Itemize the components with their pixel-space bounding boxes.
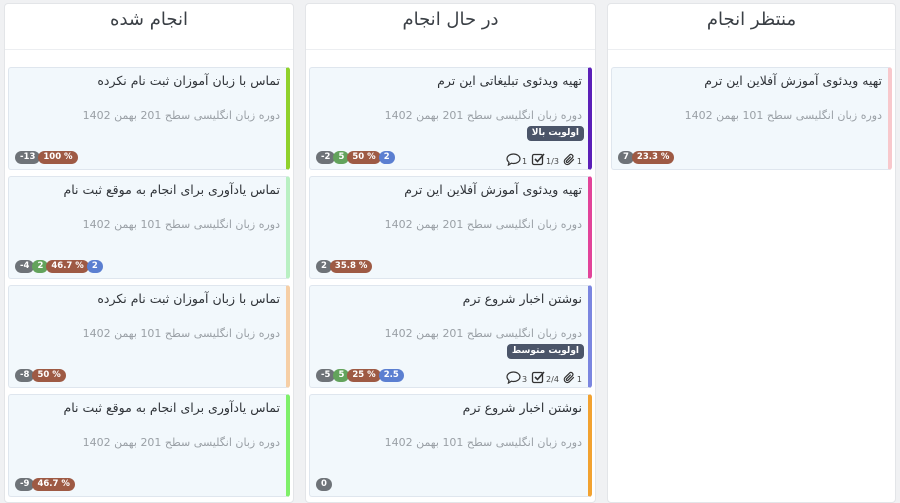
score-badge: 2 [378, 151, 395, 164]
days-badge: 0 [316, 478, 332, 491]
progress-badge: 25 % [347, 369, 381, 382]
progress-badge: 50 % [347, 151, 381, 164]
progress-badge: 50 % [32, 369, 66, 382]
card-title: تماس با زبان آموزان ثبت نام نکرده [97, 291, 280, 306]
task-card[interactable]: تهیه ویدئوی آموزش آفلاین این ترم دوره زب… [611, 67, 892, 170]
attachments-count[interactable]: 1 [563, 371, 582, 384]
card-badges: -13 100 % [15, 151, 78, 164]
comment-icon [506, 152, 521, 166]
comments-count[interactable]: 3 [506, 370, 527, 384]
column-divider [5, 49, 293, 50]
score-badge: 2 [86, 260, 103, 273]
progress-badge: 100 % [38, 151, 78, 164]
column-title: انجام شده [110, 9, 188, 30]
card-badges: -9 46.7 % [15, 478, 75, 491]
card-subtitle: دوره زبان انگلیسی سطح 101 بهمن 1402 [82, 327, 280, 340]
card-subtitle: دوره زبان انگلیسی سطح 201 بهمن 1402 [384, 109, 582, 122]
card-title: تهیه ویدئوی آموزش آفلاین این ترم [404, 182, 582, 197]
comments-count[interactable]: 1 [506, 152, 527, 166]
attachments-count[interactable]: 1 [563, 153, 582, 166]
checklist-count[interactable]: 1/3 [531, 152, 559, 166]
task-card[interactable]: تماس با زبان آموزان ثبت نام نکرده دوره ز… [8, 285, 290, 388]
task-card[interactable]: تهیه ویدئوی آموزش آفلاین این ترم دوره زب… [309, 176, 592, 279]
card-title: نوشتن اخبار شروع ترم [462, 291, 582, 306]
card-meta: 1 1/3 1 [506, 152, 582, 166]
progress-badge: 35.8 % [329, 260, 373, 273]
paperclip-icon [563, 153, 575, 165]
card-badges: 7 23.3 % [618, 151, 675, 164]
card-title: تماس یادآوری برای انجام به موقع ثبت نام [63, 400, 281, 415]
checkbox-icon [531, 371, 545, 384]
task-card[interactable]: نوشتن اخبار شروع ترم دوره زبان انگلیسی س… [309, 285, 592, 388]
progress-badge: 46.7 % [32, 478, 75, 491]
column-in-progress: در حال انجام تهیه ویدئوی تبلیغاتی این تر… [305, 3, 596, 503]
card-badges: 0 [316, 478, 332, 491]
card-subtitle: دوره زبان انگلیسی سطح 101 بهمن 1402 [684, 109, 882, 122]
task-card[interactable]: تهیه ویدئوی تبلیغاتی این ترم دوره زبان ا… [309, 67, 592, 170]
comment-icon [506, 370, 521, 384]
card-title: تهیه ویدئوی تبلیغاتی این ترم [437, 73, 582, 88]
days-badge: -13 [15, 151, 41, 164]
card-title: تماس یادآوری برای انجام به موقع ثبت نام [63, 182, 281, 197]
progress-badge: 46.7 % [46, 260, 89, 273]
card-subtitle: دوره زبان انگلیسی سطح 201 بهمن 1402 [82, 109, 280, 122]
card-subtitle: دوره زبان انگلیسی سطح 201 بهمن 1402 [82, 436, 280, 449]
column-title: در حال انجام [402, 9, 499, 30]
score-badge: 2.5 [378, 369, 404, 382]
kanban-board: انجام شده تماس با زبان آموزان ثبت نام نک… [0, 0, 900, 503]
card-badges: -2 5 50 % 2 [316, 151, 395, 164]
checklist-count[interactable]: 2/4 [531, 370, 559, 384]
paperclip-icon [563, 371, 575, 383]
card-badges: -4 2 46.7 % 2 [15, 260, 103, 273]
column-divider [608, 49, 895, 50]
progress-badge: 23.3 % [631, 151, 675, 164]
card-subtitle: دوره زبان انگلیسی سطح 201 بهمن 1402 [384, 218, 582, 231]
card-subtitle: دوره زبان انگلیسی سطح 101 بهمن 1402 [82, 218, 280, 231]
task-card[interactable]: تماس با زبان آموزان ثبت نام نکرده دوره ز… [8, 67, 290, 170]
card-subtitle: دوره زبان انگلیسی سطح 101 بهمن 1402 [384, 436, 582, 449]
card-title: تهیه ویدئوی آموزش آفلاین این ترم [704, 73, 882, 88]
card-title: نوشتن اخبار شروع ترم [462, 400, 582, 415]
checkbox-icon [531, 153, 545, 166]
task-card[interactable]: تماس یادآوری برای انجام به موقع ثبت نام … [8, 394, 290, 497]
task-card[interactable]: تماس یادآوری برای انجام به موقع ثبت نام … [8, 176, 290, 279]
column-divider [306, 49, 595, 50]
card-badges: -5 5 25 % 2.5 [316, 369, 404, 382]
priority-badge: اولویت بالا [526, 126, 584, 141]
card-badges: -8 50 % [15, 369, 66, 382]
priority-badge: اولویت متوسط [506, 344, 584, 359]
column-title: منتظر انجام [706, 9, 797, 30]
card-title: تماس با زبان آموزان ثبت نام نکرده [97, 73, 280, 88]
card-subtitle: دوره زبان انگلیسی سطح 201 بهمن 1402 [384, 327, 582, 340]
task-card[interactable]: نوشتن اخبار شروع ترم دوره زبان انگلیسی س… [309, 394, 592, 497]
column-done: انجام شده تماس با زبان آموزان ثبت نام نک… [4, 3, 294, 503]
card-badges: 2 35.8 % [316, 260, 373, 273]
card-meta: 3 2/4 1 [506, 370, 582, 384]
column-waiting: منتظر انجام تهیه ویدئوی آموزش آفلاین این… [607, 3, 896, 503]
